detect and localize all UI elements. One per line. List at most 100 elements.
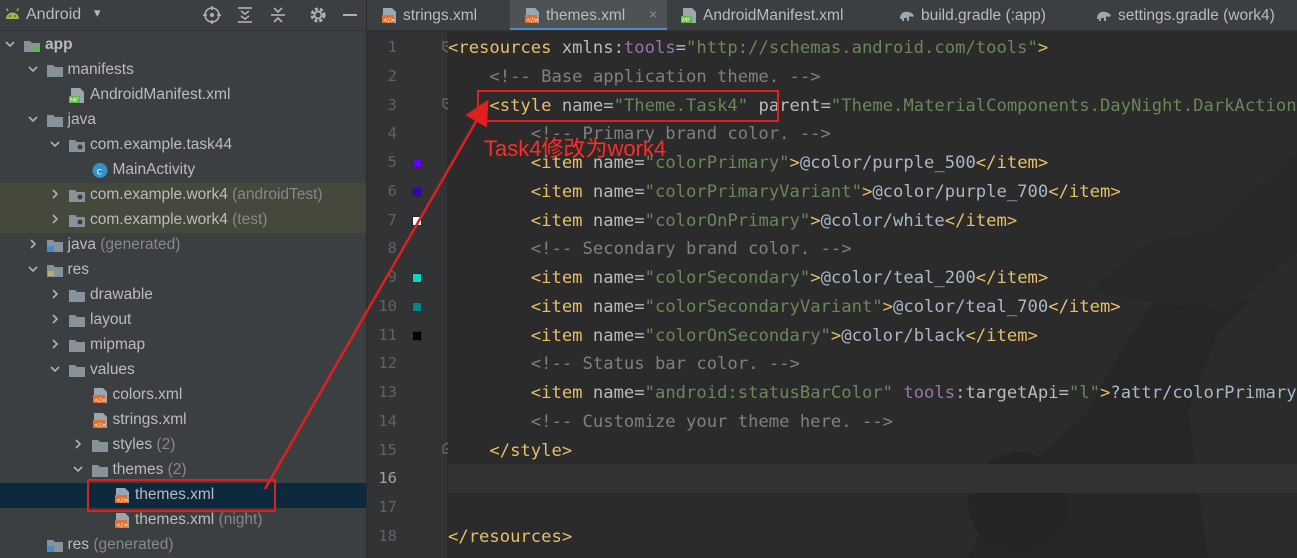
code-line: <!-- Base application theme. --> — [448, 65, 820, 89]
locate-icon[interactable] — [202, 5, 222, 25]
code-line: <item name="colorSecondary">@color/teal_… — [448, 266, 1048, 290]
color-preview-swatch[interactable] — [412, 215, 422, 226]
folder-icon — [46, 112, 64, 129]
tab-settings-gradle-work4-[interactable]: settings.gradle (work4) — [1082, 0, 1297, 30]
tree-item-styles[interactable]: styles (2) — [0, 433, 366, 458]
code-token: > — [789, 153, 800, 173]
color-preview-swatch[interactable] — [412, 273, 422, 283]
color-preview-swatch[interactable] — [412, 330, 422, 341]
tree-item-themes-xml[interactable]: </> themes.xml — [0, 483, 366, 508]
tree-item-label: java — [68, 111, 96, 129]
chevron-down-icon[interactable] — [27, 113, 39, 125]
tree-item-androidmanifest-xml[interactable]: MF AndroidManifest.xml — [0, 83, 366, 108]
tree-item-values[interactable]: values — [0, 358, 366, 383]
tree-item-mainactivity[interactable]: c MainActivity — [0, 158, 366, 183]
chevron-down-icon[interactable] — [49, 138, 61, 150]
code-line: <resources xmlns:tools="http://schemas.a… — [448, 36, 1048, 60]
tree-item-drawable[interactable]: drawable — [0, 283, 366, 308]
color-preview-swatch[interactable] — [412, 301, 422, 312]
tree-item-java[interactable]: java (generated) — [0, 233, 366, 258]
chevron-right-icon[interactable] — [49, 288, 61, 300]
tree-item-colors-xml[interactable]: </> colors.xml — [0, 383, 366, 408]
tree-item-name: values — [90, 361, 135, 378]
code-token: = — [634, 383, 645, 403]
gradle-icon — [1095, 7, 1113, 24]
collapse-all-icon[interactable] — [268, 5, 288, 25]
tree-item-com-example-work4[interactable]: com.example.work4 (test) — [0, 208, 366, 233]
tree-item-strings-xml[interactable]: </> strings.xml — [0, 408, 366, 433]
tree-item-name: themes.xml — [135, 486, 215, 503]
tree-item-label: values — [90, 361, 135, 379]
color-preview-swatch[interactable] — [412, 158, 422, 168]
tab-build-gradle-app-[interactable]: build.gradle (:app) — [885, 0, 1082, 30]
line-number: 15 — [378, 440, 397, 459]
code-token: name — [592, 383, 635, 403]
code-token: "Theme.Task4" — [613, 95, 749, 116]
chevron-right-icon[interactable] — [49, 338, 61, 350]
code-token: </style> — [448, 440, 573, 461]
tree-item-layout[interactable]: layout — [0, 308, 366, 333]
chevron-right-icon[interactable] — [49, 188, 61, 200]
tree-item-label: AndroidManifest.xml — [90, 86, 230, 104]
code-token: "colorSecondary" — [644, 268, 811, 288]
code-line: <!-- Secondary brand color. --> — [448, 237, 852, 261]
tab-label: themes.xml — [546, 7, 626, 24]
chevron-right-icon[interactable] — [49, 313, 61, 325]
chevron-right-icon[interactable] — [27, 238, 39, 250]
code-editor[interactable]: <resources xmlns:tools="http://schemas.a… — [448, 32, 1297, 558]
package-icon — [68, 137, 86, 154]
code-token: @color/teal_200 — [820, 268, 976, 288]
svg-text:</>: </> — [116, 497, 128, 504]
color-preview-swatch[interactable] — [412, 186, 422, 197]
code-token: name — [592, 153, 635, 173]
line-number: 1 — [387, 38, 397, 56]
settings-gear-icon[interactable] — [308, 5, 328, 25]
tree-item-res[interactable]: res — [0, 258, 366, 283]
tree-item-res[interactable]: res (generated) — [0, 533, 366, 558]
chevron-right-icon[interactable] — [49, 213, 61, 225]
tree-item-java[interactable]: java — [0, 108, 366, 133]
tree-item-mipmap[interactable]: mipmap — [0, 333, 366, 358]
code-line: <item name="android:statusBarColor" tool… — [448, 381, 1297, 405]
chevron-right-icon[interactable] — [72, 438, 84, 450]
tree-item-themes[interactable]: themes (2) — [0, 458, 366, 483]
tab-androidmanifest-xml[interactable]: MF AndroidManifest.xml — [667, 0, 885, 30]
tree-item-suffix: (generated) — [89, 536, 174, 553]
close-icon[interactable]: × — [649, 6, 657, 22]
code-token: </item> — [975, 268, 1049, 288]
chevron-down-icon[interactable] — [27, 263, 39, 275]
tree-item-label: com.example.work4 (androidTest) — [90, 186, 323, 204]
tree-item-app[interactable]: app — [0, 33, 366, 58]
tree-item-themes-xml[interactable]: </> themes.xml (night) — [0, 508, 366, 533]
line-number: 10 — [378, 296, 397, 315]
chevron-down-icon[interactable]: ▾ — [94, 5, 101, 21]
project-view-selector[interactable]: Android — [26, 6, 81, 24]
manifest-file-icon: MF — [68, 87, 86, 104]
tree-item-label: MainActivity — [113, 161, 196, 179]
chevron-down-icon[interactable] — [27, 63, 39, 75]
tree-item-suffix: (generated) — [95, 236, 181, 253]
svg-text:</>: </> — [383, 17, 395, 24]
hide-panel-icon[interactable] — [340, 5, 360, 25]
code-token: @color/white — [820, 210, 945, 231]
chevron-down-icon[interactable] — [49, 363, 61, 375]
tree-item-suffix: (night) — [214, 511, 263, 528]
tree-item-com-example-work4[interactable]: com.example.work4 (androidTest) — [0, 183, 366, 208]
tab-strings-xml[interactable]: </> strings.xml — [367, 0, 510, 30]
xml-file-icon: </> — [113, 487, 131, 504]
xml-file-icon: </> — [523, 7, 541, 24]
tree-item-label: res — [68, 261, 90, 279]
code-line: </style> — [448, 439, 572, 463]
code-token: = — [675, 38, 687, 58]
chevron-down-icon[interactable] — [4, 38, 16, 50]
tree-item-name: layout — [90, 311, 132, 328]
tab-themes-xml[interactable]: </> themes.xml × — [510, 0, 667, 30]
expand-all-icon[interactable] — [235, 5, 255, 25]
tree-item-manifests[interactable]: manifests — [0, 58, 366, 83]
tree-item-label: themes (2) — [113, 461, 187, 479]
code-token: > — [810, 210, 821, 231]
chevron-down-icon[interactable] — [72, 463, 84, 475]
tree-item-name: strings.xml — [112, 411, 187, 428]
tree-item-com-example-task44[interactable]: com.example.task44 — [0, 133, 366, 158]
code-token: = — [634, 181, 645, 202]
